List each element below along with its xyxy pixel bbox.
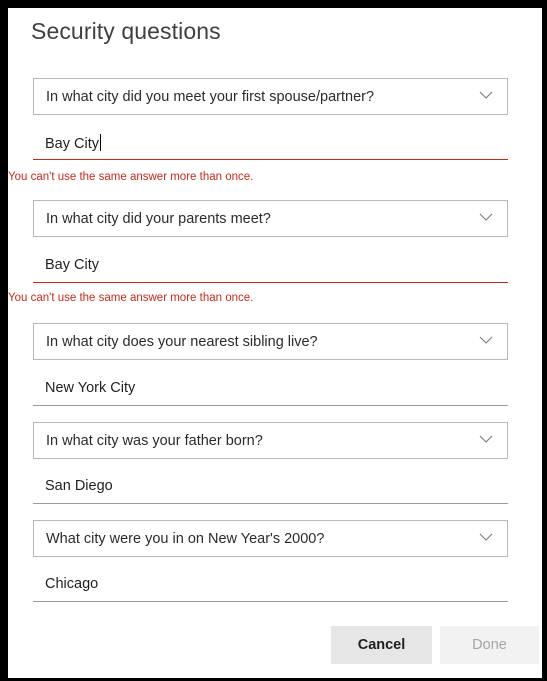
text-cursor xyxy=(100,134,101,151)
answer-3-field[interactable]: New York City xyxy=(33,370,508,406)
question-3-text: In what city does your nearest sibling l… xyxy=(46,334,318,350)
cancel-button[interactable]: Cancel xyxy=(331,626,432,664)
question-3-dropdown[interactable]: In what city does your nearest sibling l… xyxy=(33,323,508,360)
done-button[interactable]: Done xyxy=(440,626,539,664)
answer-1-field[interactable]: Bay City xyxy=(33,124,508,160)
answer-4-text: San Diego xyxy=(45,478,113,494)
question-5-text: What city were you in on New Year's 2000… xyxy=(46,531,325,547)
question-5-dropdown[interactable]: What city were you in on New Year's 2000… xyxy=(33,520,508,557)
chevron-down-icon xyxy=(479,91,493,99)
question-4-text: In what city was your father born? xyxy=(46,433,263,449)
chevron-down-icon xyxy=(479,213,493,221)
chevron-down-icon xyxy=(479,336,493,344)
security-questions-dialog: Security questions In what city did you … xyxy=(8,8,542,678)
answer-2-text: Bay City xyxy=(45,257,99,273)
question-1-text: In what city did you meet your first spo… xyxy=(46,89,375,105)
answer-4-field[interactable]: San Diego xyxy=(33,468,508,504)
answer-3-text: New York City xyxy=(45,380,136,396)
question-2-text: In what city did your parents meet? xyxy=(46,211,271,227)
chevron-down-icon xyxy=(479,533,493,541)
answer-1-text: Bay City xyxy=(45,134,101,152)
question-2-dropdown[interactable]: In what city did your parents meet? xyxy=(33,200,508,237)
chevron-down-icon xyxy=(479,435,493,443)
answer-1-error: You can't use the same answer more than … xyxy=(8,171,254,183)
answer-2-field[interactable]: Bay City xyxy=(33,247,508,283)
answer-5-text: Chicago xyxy=(45,576,99,592)
answer-5-field[interactable]: Chicago xyxy=(33,566,508,602)
question-1-dropdown[interactable]: In what city did you meet your first spo… xyxy=(33,78,508,115)
question-4-dropdown[interactable]: In what city was your father born? xyxy=(33,422,508,459)
dialog-title: Security questions xyxy=(31,18,221,44)
answer-2-error: You can't use the same answer more than … xyxy=(8,292,254,304)
